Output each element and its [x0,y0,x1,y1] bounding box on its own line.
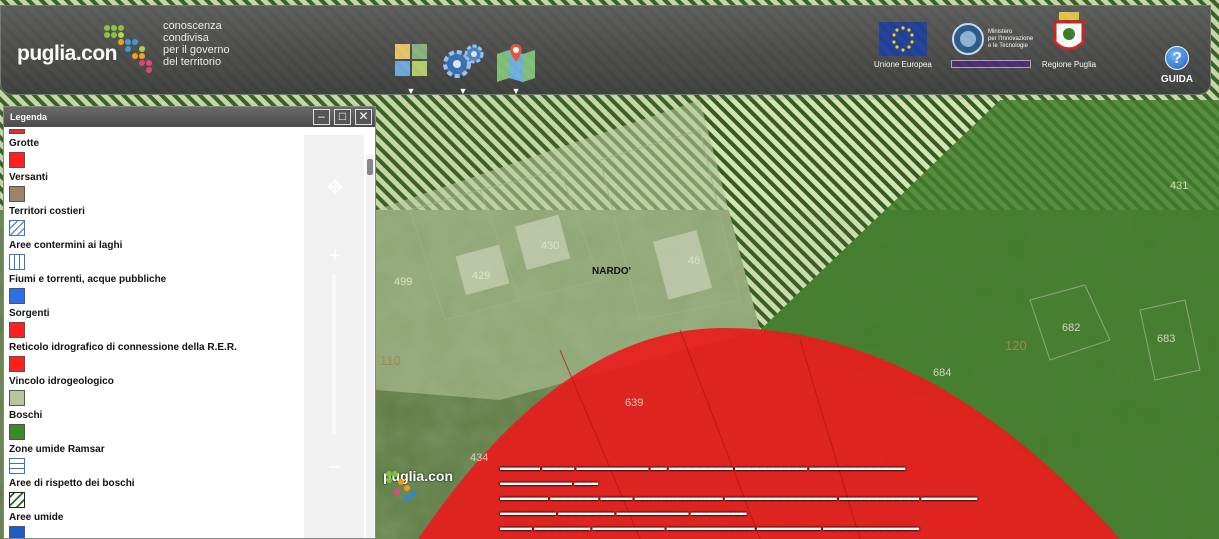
sponsor-eu: Unione Europea [874,22,932,69]
help-icon: ? [1165,46,1189,70]
legend-swatch-partial [9,129,25,134]
map-pin-icon [497,44,535,82]
zone-number: 120 [1005,338,1027,353]
regione-puglia-crest-icon [1053,12,1085,51]
parcel-label: 682 [1062,322,1081,334]
layers-dropdown-arrow[interactable]: ▼ [406,86,416,96]
ministry-banner [951,60,1031,68]
ministry-text-line: Ministero [988,28,1013,35]
maximize-button[interactable]: □ [334,109,351,125]
parcel-label: 430 [541,240,560,252]
map-attribution: ▬▬▬▬▬ ▬▬▬▬ ▬▬▬▬▬▬▬▬▬ ▬▬ ▬▬▬▬▬▬▬▬ ▬▬▬▬▬▬▬… [500,463,978,532]
map-watermark-logo: puglia.con [383,468,453,501]
legend-item-label: Aree umide [9,512,64,523]
legend-swatch [9,152,25,168]
legend-swatch [9,288,25,304]
eu-flag-icon [878,22,927,56]
legend-item-label: Boschi [9,410,43,421]
layers-tool-button[interactable] [393,42,435,84]
legend-scrollbar[interactable] [366,155,374,538]
pan-control-icon: ✥ [326,177,344,199]
map-dropdown-arrow[interactable]: ▼ [511,86,521,96]
top-header-bar: puglia.con conoscenza condivisa per il g… [0,5,1211,96]
legend-swatch [9,526,25,538]
legend-item-label: Fiumi e torrenti, acque pubbliche [9,274,167,285]
legend-swatch [9,492,25,508]
settings-dropdown-arrow[interactable]: ▼ [458,86,468,96]
town-label: NARDO' [592,266,632,277]
legend-scroll-thumb[interactable] [367,159,373,175]
legend-swatch [9,390,25,406]
legend-item-label: Aree di rispetto dei boschi [9,478,135,489]
legend-item-label: Zone umide Ramsar [9,444,105,455]
parcel-label: 434 [470,452,489,464]
layers-icon [395,44,427,76]
settings-tool-button[interactable] [441,42,484,84]
legend-item-label: Grotte [9,138,39,149]
parcel-label: 429 [472,270,491,282]
minimize-button[interactable]: – [313,109,330,125]
legend-items: Grotte Versanti Territori costieri Aree con… [9,137,294,538]
legend-swatch [9,424,25,440]
legend-swatch [9,220,25,236]
zoom-slider-track [332,275,336,435]
guida-label: GUIDA [1160,74,1194,85]
gears-icon [443,44,484,78]
tagline-line: del territorio [163,56,222,68]
legend-swatch [9,186,25,202]
legend-item-label: Reticolo idrografico di connessione dell… [9,342,237,353]
ministry-logo-icon [952,23,984,55]
tagline-line: per il governo [163,44,230,56]
legend-swatch [9,356,25,372]
legend-swatch [9,322,25,338]
legend-swatch [9,254,25,270]
sponsor-label-eu: Unione Europea [874,60,932,69]
sponsor-label-regione: Regione Puglia [1041,60,1097,69]
legend-item-label: Vincolo idrogeologico [9,376,114,387]
legend-title: Legenda [10,112,48,122]
sponsor-ministry: Ministero per l'Innovazione e le Tecnolo… [951,22,1033,68]
parcel-label: 639 [625,397,644,409]
parcel-label: 431 [1170,180,1189,192]
ministry-text-line: per l'Innovazione [988,35,1034,42]
parcel-label: 684 [933,367,952,379]
parcel-label: 683 [1157,333,1176,345]
legend-item-label: Aree contermini ai laghi [9,240,123,251]
parcel-label: 499 [394,276,413,288]
tagline-line: conoscenza [163,20,222,32]
zoom-in-icon: + [329,245,341,267]
help-guide-button[interactable]: ? GUIDA [1155,46,1199,85]
close-button[interactable]: ✕ [355,109,372,125]
logo-dots-icon [386,471,416,501]
legend-list: Grotte Versanti Territori costieri Aree con… [4,127,294,538]
brand-tagline: conoscenza condivisa per il governo del … [163,20,253,68]
ministry-text: Ministero per l'Innovazione e le Tecnolo… [988,29,1033,50]
zone-number: 110 [380,353,401,368]
brand-logo[interactable]: puglia.con conoscenza condivisa per il g… [17,20,230,73]
legend-panel: Legenda – □ ✕ ✥ + – Grotte Versanti Territ… [3,106,376,539]
legend-item-label: Versanti [9,172,48,183]
ministry-text-line: e le Tecnologie [988,42,1028,49]
map-nav-control-ghost: ✥ + – [304,135,364,538]
tagline-line: condivisa [163,32,209,44]
legend-swatch [9,458,25,474]
map-tool-button[interactable] [495,42,537,84]
legend-item-label: Sorgenti [9,308,50,319]
brand-dots-icon [104,25,152,73]
zoom-out-icon: – [329,455,341,477]
sponsor-regione: Regione Puglia [1041,12,1097,69]
parcel-label: 46 [688,255,701,267]
legend-item-label: Territori costieri [9,206,85,217]
legend-header[interactable]: Legenda – □ ✕ [4,107,375,127]
